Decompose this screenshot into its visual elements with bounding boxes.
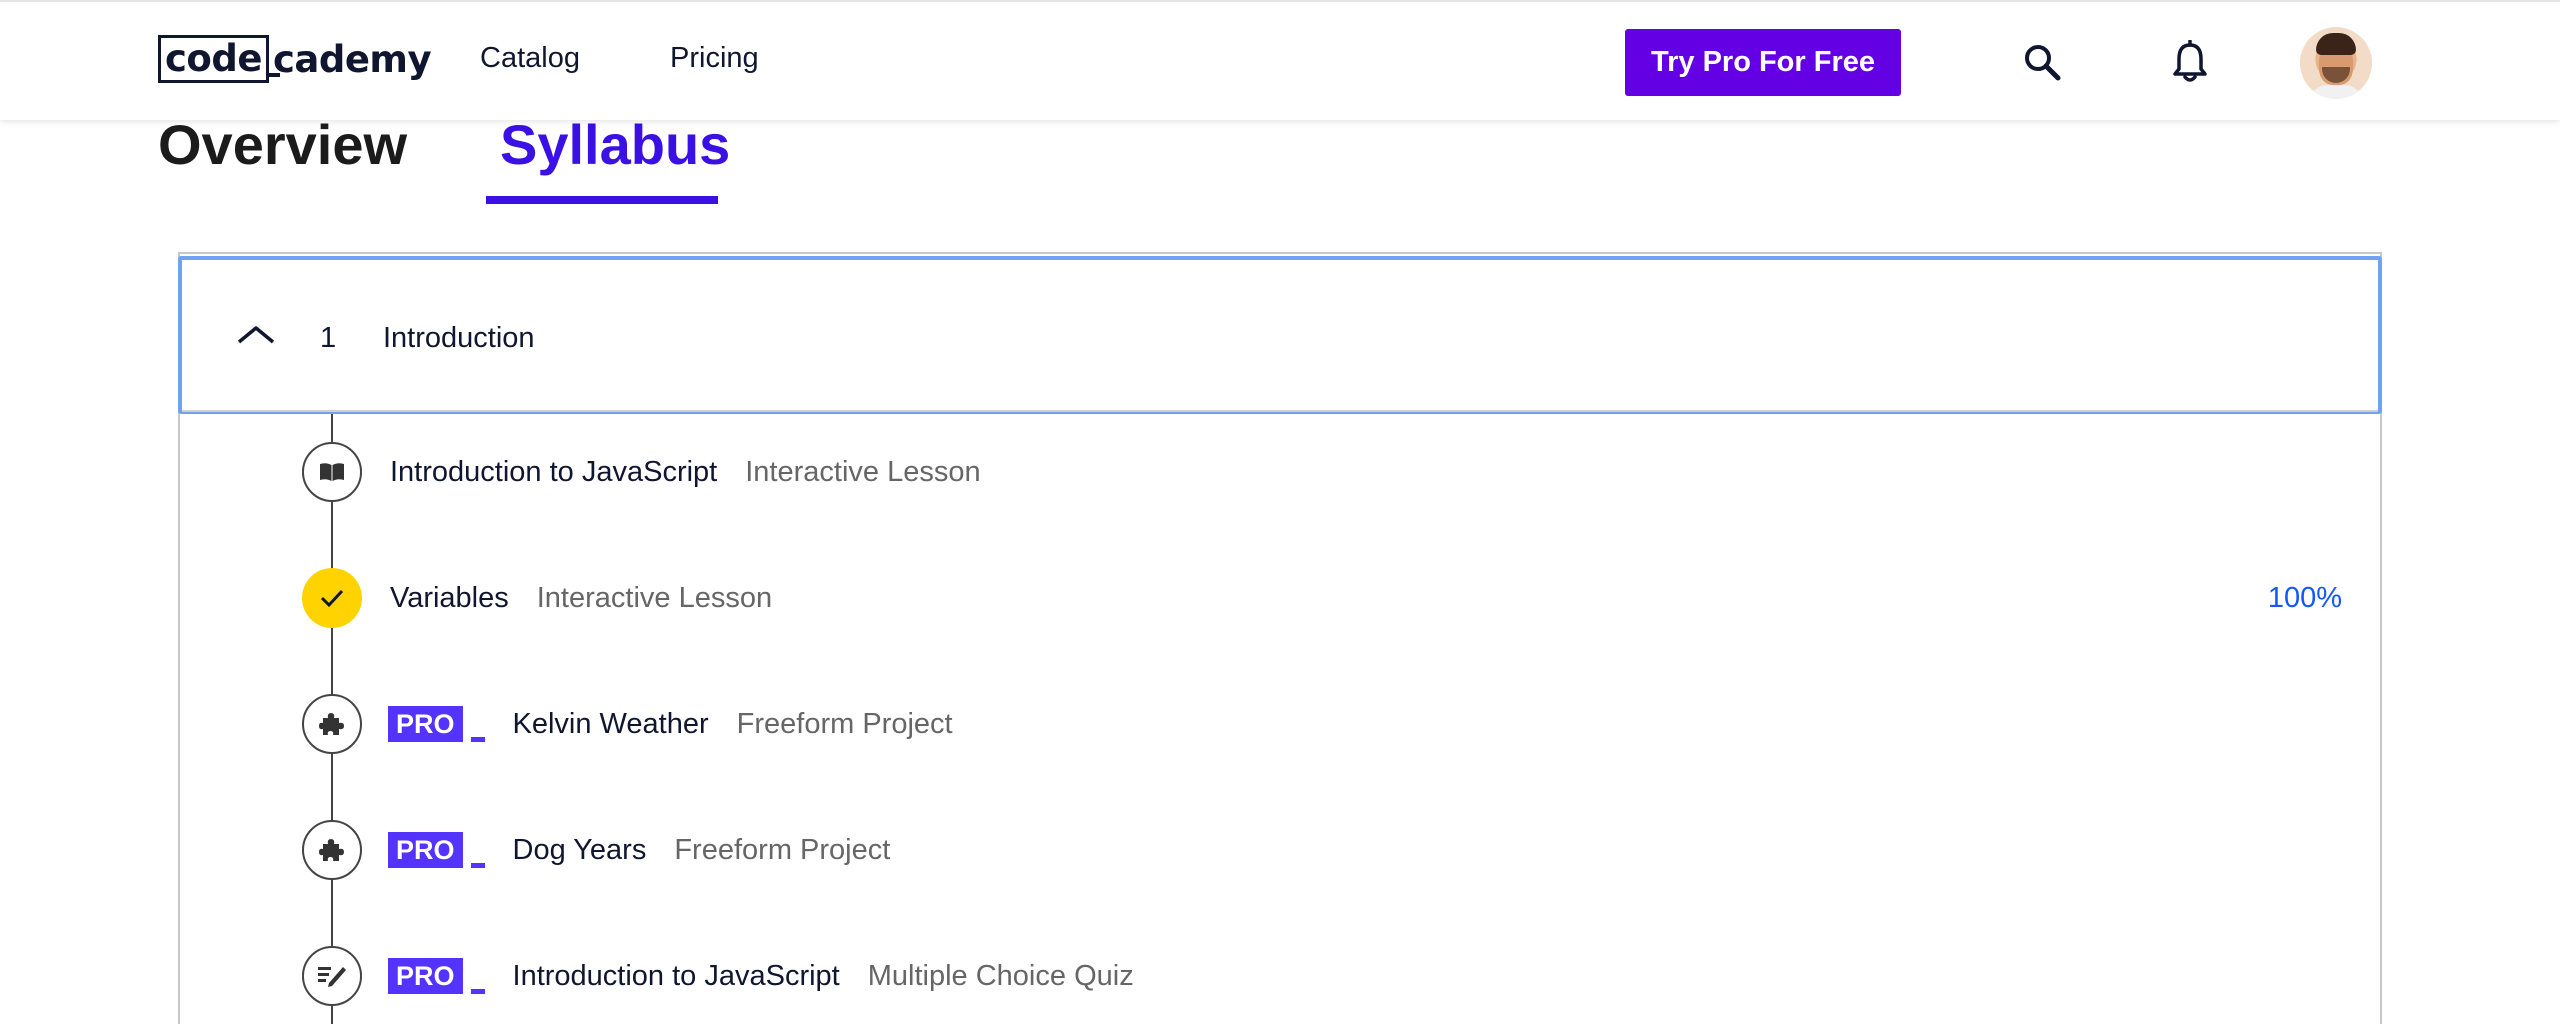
nav-catalog-link[interactable]: Catalog bbox=[480, 42, 580, 75]
item-type: Interactive Lesson bbox=[745, 455, 981, 488]
completion-percentage: 100% bbox=[2267, 581, 2342, 614]
item-type: Multiple Choice Quiz bbox=[867, 959, 1134, 992]
syllabus-item[interactable]: Variables Interactive Lesson 100% bbox=[302, 568, 2342, 628]
tab-syllabus[interactable]: Syllabus bbox=[500, 112, 730, 177]
book-icon bbox=[302, 442, 362, 502]
pro-badge-label: PRO bbox=[388, 832, 463, 868]
puzzle-icon bbox=[302, 820, 362, 880]
top-navigation-bar: code cademy Catalog Pricing Try Pro For F… bbox=[0, 0, 2560, 120]
try-pro-button[interactable]: Try Pro For Free bbox=[1625, 29, 1901, 96]
tab-overview[interactable]: Overview bbox=[158, 112, 407, 177]
bell-icon[interactable] bbox=[2170, 40, 2210, 84]
check-icon bbox=[302, 568, 362, 628]
item-title: Introduction to JavaScript bbox=[512, 959, 840, 992]
item-title: Kelvin Weather bbox=[512, 707, 709, 740]
avatar-hair bbox=[2316, 33, 2356, 55]
pro-badge-cursor bbox=[470, 737, 485, 742]
quiz-icon bbox=[302, 946, 362, 1006]
item-title: Dog Years bbox=[512, 833, 647, 866]
item-type: Freeform Project bbox=[736, 707, 953, 740]
pro-badge: PRO bbox=[388, 706, 485, 742]
item-type: Freeform Project bbox=[674, 833, 891, 866]
syllabus-item[interactable]: PRO Dog Years Freeform Project bbox=[302, 820, 2342, 880]
item-title: Introduction to JavaScript bbox=[390, 455, 718, 488]
avatar-shirt bbox=[2308, 85, 2364, 99]
syllabus-item[interactable]: Introduction to JavaScript Interactive L… bbox=[302, 442, 2342, 502]
nav-pricing-link[interactable]: Pricing bbox=[670, 42, 759, 75]
pro-badge: PRO bbox=[388, 832, 485, 868]
section-number: 1 bbox=[320, 322, 337, 354]
user-avatar[interactable] bbox=[2300, 27, 2372, 99]
codecademy-logo[interactable]: code cademy bbox=[158, 34, 432, 84]
section-title: Introduction bbox=[383, 322, 535, 354]
active-tab-indicator bbox=[486, 196, 718, 204]
puzzle-icon bbox=[302, 694, 362, 754]
syllabus-item[interactable]: PRO Introduction to JavaScript Multiple … bbox=[302, 946, 2342, 1006]
logo-text: cademy bbox=[265, 38, 432, 81]
logo-code-box: code bbox=[158, 35, 269, 83]
pro-badge-label: PRO bbox=[388, 706, 463, 742]
search-icon[interactable] bbox=[2022, 42, 2062, 82]
pro-badge-cursor bbox=[470, 989, 485, 994]
item-type: Interactive Lesson bbox=[536, 581, 773, 614]
pro-badge-label: PRO bbox=[388, 958, 463, 994]
syllabus-item[interactable]: PRO Kelvin Weather Freeform Project bbox=[302, 694, 2342, 754]
pro-badge-cursor bbox=[470, 863, 485, 868]
section-accordion-header[interactable]: 1 Introduction bbox=[178, 256, 2382, 414]
item-title: Variables bbox=[390, 581, 509, 614]
chevron-up-icon bbox=[237, 326, 275, 344]
pro-badge: PRO bbox=[388, 958, 485, 994]
